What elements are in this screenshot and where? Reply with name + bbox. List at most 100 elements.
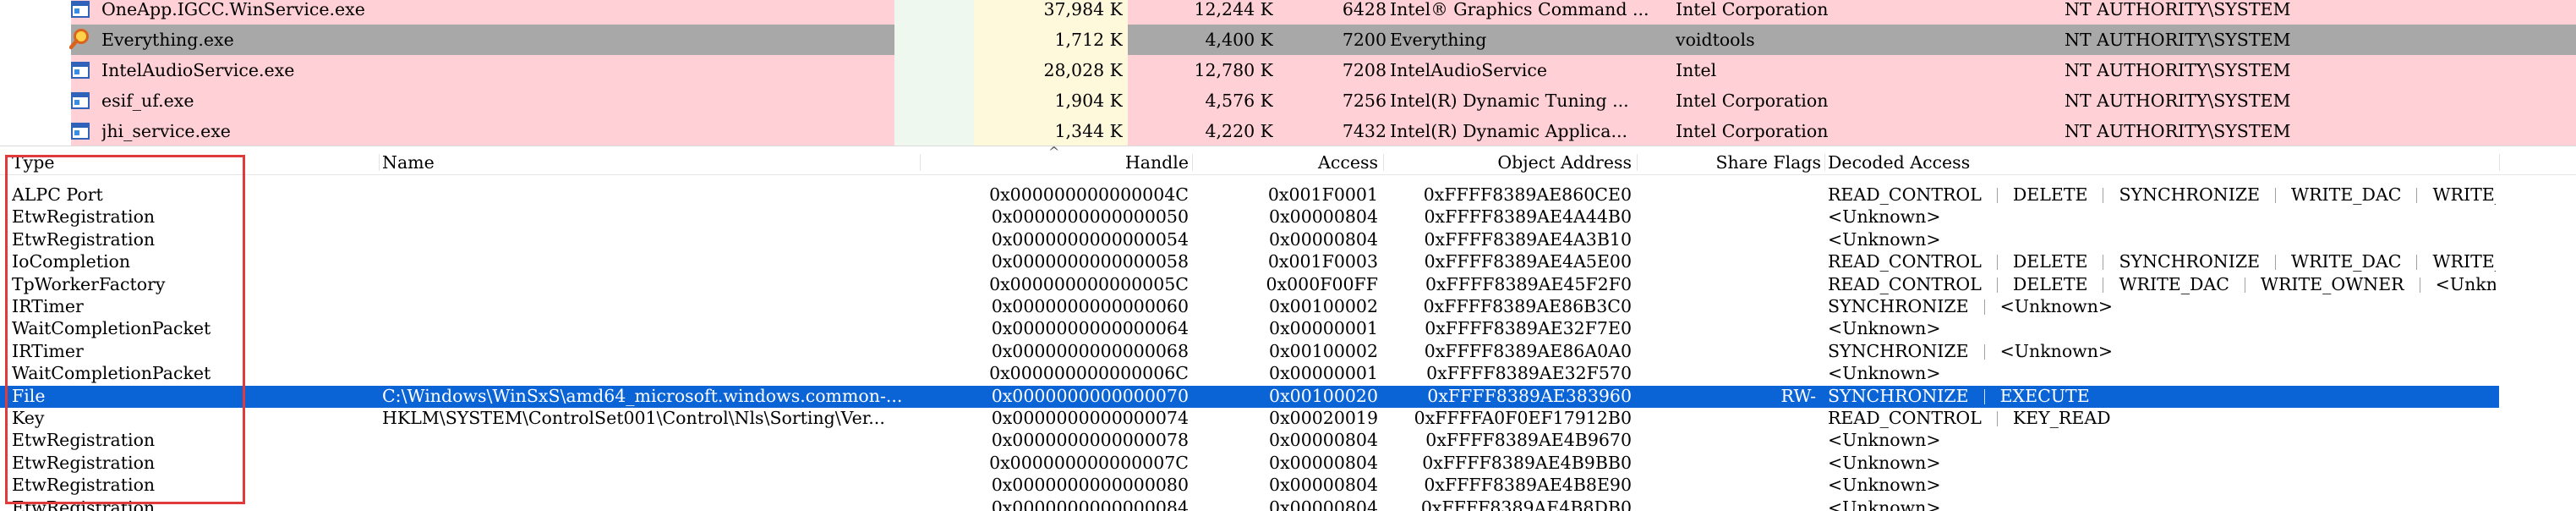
- handle-row[interactable]: TpWorkerFactory 0x000000000000005C 0x000…: [0, 274, 2576, 296]
- access-separator: [2275, 255, 2277, 271]
- column-header-object-address[interactable]: Object Address: [1386, 152, 1632, 173]
- access-separator: [1983, 299, 1985, 315]
- handle-row[interactable]: WaitCompletionPacket 0x0000000000000064 …: [0, 318, 2576, 340]
- access-separator: [1983, 388, 1985, 404]
- type-column-highlight-box: [5, 155, 245, 504]
- access-mask: 0x00000804: [1269, 228, 1378, 250]
- decoded-access: READ_CONTROL KEY_READ: [1828, 408, 2496, 428]
- handle-row[interactable]: WaitCompletionPacket 0x000000000000006C …: [0, 363, 2576, 385]
- handle-value: 0x000000000000005C: [989, 273, 1189, 294]
- access-flag: WRITE_DAC: [2291, 184, 2402, 205]
- access-mask: 0x00100020: [1269, 385, 1378, 406]
- working-set: 4,400 K: [1205, 30, 1273, 50]
- access-flag: READ_CONTROL: [1828, 251, 1982, 272]
- column-divider[interactable]: [1824, 154, 1825, 171]
- service-window-icon: [71, 61, 90, 80]
- access-mask: 0x00100002: [1269, 340, 1378, 361]
- access-flag: <Unknown>: [1828, 363, 1941, 384]
- handle-row[interactable]: EtwRegistration 0x0000000000000050 0x000…: [0, 206, 2576, 228]
- decoded-access: <Unknown>: [1828, 430, 2496, 450]
- access-separator: [1996, 255, 1998, 271]
- user-name: NT AUTHORITY\SYSTEM: [2065, 30, 2291, 50]
- object-address: 0xFFFF8389AE4B8DB0: [1420, 497, 1632, 511]
- access-flag: WRITE_OWNER ...: [2432, 251, 2496, 272]
- user-name: NT AUTHORITY\SYSTEM: [2065, 0, 2291, 19]
- access-flag: SYNCHRONIZE: [1828, 385, 1969, 406]
- handle-value: 0x000000000000006C: [989, 363, 1189, 384]
- access-separator: [2275, 188, 2277, 203]
- handle-row[interactable]: IoCompletion 0x0000000000000058 0x001F00…: [0, 251, 2576, 273]
- column-divider[interactable]: [920, 154, 921, 171]
- column-divider[interactable]: [2499, 154, 2500, 171]
- description: Intel® Graphics Command ...: [1390, 0, 1649, 19]
- access-mask: 0x001F0001: [1267, 184, 1378, 205]
- column-header-name[interactable]: Name: [382, 152, 435, 173]
- cpu-cell: [894, 85, 974, 116]
- handle-value: 0x000000000000007C: [989, 452, 1189, 473]
- access-flag: WRITE_OWNER: [2260, 273, 2404, 294]
- working-set: 12,244 K: [1194, 0, 1273, 19]
- object-address: 0xFFFF8389AE32F570: [1426, 363, 1632, 384]
- object-address: 0xFFFF8389AE32F7E0: [1425, 318, 1632, 339]
- handle-row[interactable]: File C:\Windows\WinSxS\amd64_microsoft.w…: [0, 385, 2499, 408]
- access-flag: SYNCHRONIZE: [1828, 340, 1969, 361]
- process-row[interactable]: esif_uf.exe 1,904 K 4,576 K 7256 Intel(R…: [0, 85, 2576, 116]
- handle-row[interactable]: Key HKLM\SYSTEM\ControlSet001\Control\Nl…: [0, 408, 2576, 430]
- access-flag: READ_CONTROL: [1828, 184, 1982, 205]
- description: Everything: [1390, 30, 1487, 50]
- process-name: IntelAudioService.exe: [101, 60, 295, 80]
- object-address: 0xFFFF8389AE4A3B10: [1424, 228, 1632, 250]
- object-address: 0xFFFF8389AE383960: [1427, 385, 1632, 406]
- object-address: 0xFFFF8389AE86B3C0: [1423, 296, 1632, 316]
- service-window-icon: [71, 0, 90, 19]
- column-header-handle[interactable]: Handle: [930, 152, 1189, 173]
- private-bytes: 37,984 K: [1043, 0, 1123, 19]
- access-flag: READ_CONTROL: [1828, 273, 1982, 294]
- decoded-access: <Unknown>: [1828, 363, 2496, 383]
- access-mask: 0x000F00FF: [1266, 273, 1379, 294]
- process-row[interactable]: Everything.exe 1,712 K 4,400 K 7200 Ever…: [0, 25, 2576, 55]
- process-name: OneApp.IGCC.WinService.exe: [101, 0, 365, 19]
- column-divider[interactable]: [1637, 154, 1638, 171]
- access-mask: 0x001F0003: [1267, 251, 1378, 272]
- description: Intel(R) Dynamic Applica...: [1390, 121, 1628, 141]
- access-mask: 0x00000804: [1269, 452, 1378, 473]
- access-mask: 0x00000001: [1269, 363, 1378, 384]
- access-flag: <Unknown>: [1828, 497, 1941, 511]
- access-flag: WRITE_OWNER ...: [2432, 184, 2496, 205]
- handle-row[interactable]: EtwRegistration 0x0000000000000084 0x000…: [0, 497, 2576, 511]
- handle-row[interactable]: IRTimer 0x0000000000000068 0x00100002 0x…: [0, 341, 2576, 363]
- access-flag: <Unknown>: [1828, 318, 1941, 339]
- process-row[interactable]: IntelAudioService.exe 28,028 K 12,780 K …: [0, 55, 2576, 85]
- handle-row[interactable]: IRTimer 0x0000000000000060 0x00100002 0x…: [0, 296, 2576, 318]
- handle-value: 0x0000000000000084: [991, 497, 1189, 511]
- pid: 7432: [1342, 121, 1386, 141]
- column-header-access[interactable]: Access: [1200, 152, 1378, 173]
- object-address: 0xFFFF8389AE4B9BB0: [1422, 452, 1632, 473]
- column-divider[interactable]: [379, 154, 380, 171]
- handle-row[interactable]: EtwRegistration 0x0000000000000080 0x000…: [0, 475, 2576, 497]
- process-row[interactable]: jhi_service.exe 1,344 K 4,220 K 7432 Int…: [0, 116, 2576, 146]
- description: Intel(R) Dynamic Tuning ...: [1390, 91, 1629, 111]
- object-address: 0xFFFF8389AE4B9670: [1425, 430, 1632, 451]
- handle-row[interactable]: EtwRegistration 0x000000000000007C 0x000…: [0, 453, 2576, 475]
- decoded-access: <Unknown>: [1828, 229, 2496, 250]
- access-mask: 0x00020019: [1269, 408, 1378, 428]
- access-mask: 0x00100002: [1269, 296, 1378, 316]
- access-flag: READ_CONTROL: [1828, 408, 1982, 428]
- process-name: Everything.exe: [101, 30, 234, 50]
- handle-row[interactable]: EtwRegistration 0x0000000000000078 0x000…: [0, 430, 2576, 452]
- handle-row[interactable]: ALPC Port 0x000000000000004C 0x001F0001 …: [0, 184, 2576, 206]
- process-row[interactable]: OneApp.IGCC.WinService.exe 37,984 K 12,2…: [0, 0, 2576, 25]
- column-header-decoded-access[interactable]: Decoded Access: [1828, 152, 1970, 173]
- decoded-access: SYNCHRONIZE EXECUTE: [1828, 386, 2496, 406]
- column-header-share-flags[interactable]: Share Flags: [1640, 152, 1821, 173]
- handle-value: 0x0000000000000058: [991, 251, 1189, 272]
- handle-value: 0x0000000000000068: [991, 340, 1189, 361]
- access-separator: [1996, 277, 1998, 293]
- column-divider[interactable]: [1192, 154, 1193, 171]
- column-divider[interactable]: [1383, 154, 1384, 171]
- company-name: Intel Corporation: [1676, 0, 1829, 19]
- object-address: 0xFFFF8389AE45F2F0: [1425, 273, 1632, 294]
- handle-row[interactable]: EtwRegistration 0x0000000000000054 0x000…: [0, 229, 2576, 251]
